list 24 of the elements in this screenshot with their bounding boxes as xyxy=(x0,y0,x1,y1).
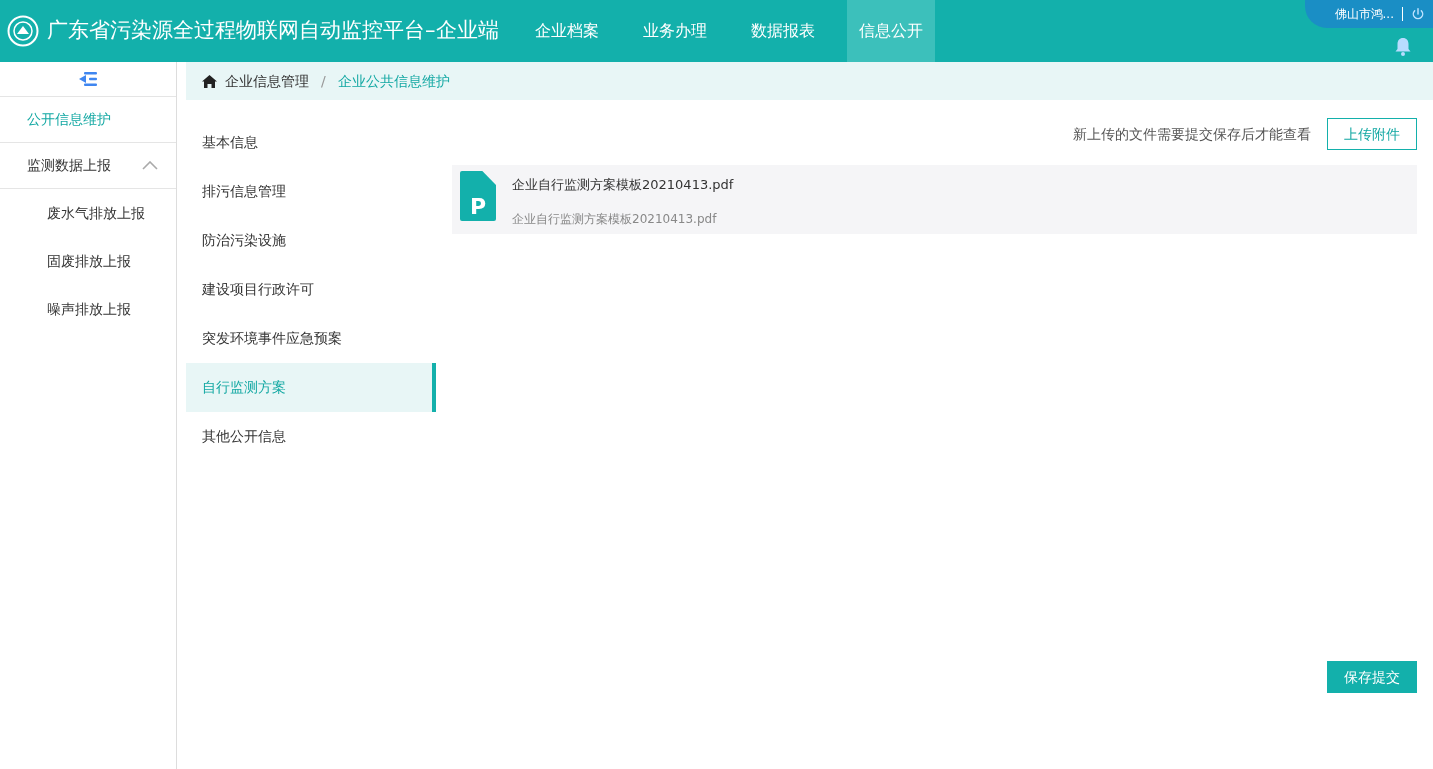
section-tab[interactable]: 建设项目行政许可 xyxy=(186,265,436,314)
emblem-icon xyxy=(7,15,39,47)
app-title: 广东省污染源全过程物联网自动监控平台–企业端 xyxy=(47,17,499,45)
sidebar-subitem[interactable]: 噪声排放上报 xyxy=(0,285,176,333)
file-card[interactable]: P 企业自行监测方案模板20210413.pdf 企业自行监测方案模板20210413.pdf xyxy=(452,165,1417,234)
section-tab[interactable]: 其他公开信息 xyxy=(186,412,436,461)
collapse-menu-icon[interactable] xyxy=(79,72,97,86)
power-icon[interactable] xyxy=(1411,7,1425,21)
section-tab[interactable]: 基本信息 xyxy=(186,118,436,167)
sidebar-subitem[interactable]: 废水气排放上报 xyxy=(0,189,176,237)
home-icon[interactable] xyxy=(202,74,217,88)
breadcrumb-separator: / xyxy=(320,71,327,91)
section-tab[interactable]: 防治污染设施 xyxy=(186,216,436,265)
section-tab[interactable]: 突发环境事件应急预案 xyxy=(186,314,436,363)
file-name[interactable]: 企业自行监测方案模板20210413.pdf xyxy=(512,175,734,195)
sidebar-group[interactable]: 监测数据上报 xyxy=(0,143,176,189)
upload-notice: 新上传的文件需要提交保存后才能查看 xyxy=(1073,124,1311,144)
section-tab[interactable]: 排污信息管理 xyxy=(186,167,436,216)
sidebar-subitem[interactable]: 固废排放上报 xyxy=(0,237,176,285)
file-subtitle: 企业自行监测方案模板20210413.pdf xyxy=(512,210,718,228)
pdf-file-icon: P xyxy=(460,171,496,221)
user-name[interactable]: 佛山市鸿... xyxy=(1334,5,1394,23)
breadcrumb-link[interactable]: 企业信息管理 xyxy=(225,70,309,92)
bell-icon[interactable] xyxy=(1394,37,1412,56)
